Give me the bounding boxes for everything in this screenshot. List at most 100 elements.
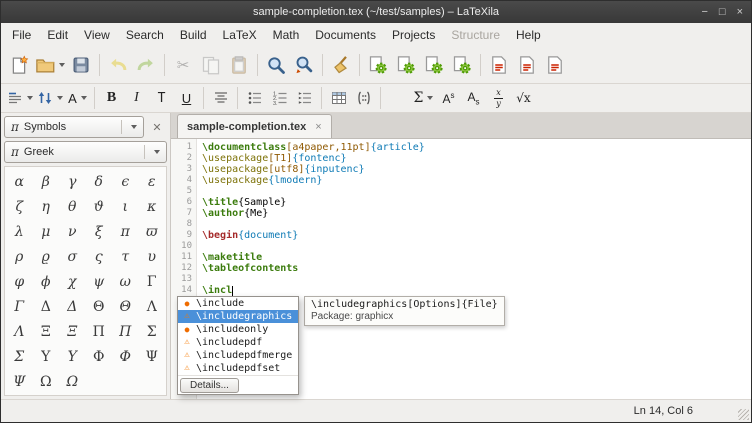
symbol-cell[interactable]: Δ xyxy=(41,299,51,315)
completion-item[interactable]: ⚠\includepdfset xyxy=(178,362,298,375)
symbol-cell[interactable]: λ xyxy=(15,224,24,240)
view-output-button-1[interactable] xyxy=(485,51,513,79)
symbol-cell[interactable]: Ω xyxy=(66,374,78,390)
symbol-cell[interactable]: ψ xyxy=(93,274,104,290)
symbol-cell[interactable]: ϵ xyxy=(121,174,129,190)
math-environments-dropdown[interactable]: Σ xyxy=(411,87,436,110)
symbol-cell[interactable]: μ xyxy=(41,224,50,240)
tab-sample-completion[interactable]: sample-completion.tex × xyxy=(177,114,332,138)
symbol-cell[interactable]: Π xyxy=(119,324,131,340)
itemize-list-button[interactable] xyxy=(242,87,267,110)
symbol-cell[interactable]: τ xyxy=(121,249,129,265)
clean-build-files-button[interactable] xyxy=(327,51,355,79)
build-tool-button-3[interactable] xyxy=(420,51,448,79)
symbol-cell[interactable]: ϖ xyxy=(146,224,157,240)
symbol-cell[interactable]: Ξ xyxy=(41,324,51,340)
menu-item-projects[interactable]: Projects xyxy=(384,24,443,46)
symbol-cell[interactable]: Ω xyxy=(40,374,52,390)
build-tool-button-1[interactable] xyxy=(364,51,392,79)
center-environment-button[interactable] xyxy=(208,87,233,110)
symbol-cell[interactable]: Φ xyxy=(93,349,104,365)
matrix-button[interactable] xyxy=(351,87,376,110)
completion-item[interactable]: ●\include xyxy=(178,297,298,310)
symbol-cell[interactable]: ς xyxy=(95,249,103,265)
panel-selector-combobox[interactable]: π Symbols xyxy=(4,116,144,138)
italic-button[interactable]: I xyxy=(124,87,149,110)
references-dropdown[interactable] xyxy=(35,87,65,110)
symbol-cell[interactable]: ζ xyxy=(15,199,23,215)
symbol-cell[interactable]: Λ xyxy=(147,299,157,315)
symbol-cell[interactable]: χ xyxy=(68,274,76,290)
sectioning-dropdown[interactable] xyxy=(5,87,35,110)
symbol-cell[interactable]: ε xyxy=(148,174,156,190)
square-root-button[interactable]: √x xyxy=(511,87,536,110)
description-list-button[interactable] xyxy=(292,87,317,110)
symbol-cell[interactable]: ν xyxy=(68,224,77,240)
symbol-cell[interactable]: ξ xyxy=(95,224,103,240)
symbol-cell[interactable]: ϑ xyxy=(94,199,104,215)
superscript-button[interactable]: As xyxy=(436,87,461,110)
subscript-button[interactable]: As xyxy=(461,87,486,110)
bold-button[interactable]: B xyxy=(99,87,124,110)
symbol-cell[interactable]: Υ xyxy=(41,349,50,365)
symbol-cell[interactable]: Σ xyxy=(14,349,24,365)
symbol-cell[interactable]: Ξ xyxy=(67,324,77,340)
search-button[interactable] xyxy=(262,51,290,79)
maximize-button[interactable]: □ xyxy=(719,7,726,18)
menu-item-math[interactable]: Math xyxy=(265,24,308,46)
completion-item[interactable]: ⚠\includegraphics xyxy=(178,310,298,323)
symbol-cell[interactable]: Δ xyxy=(67,299,77,315)
symbol-cell[interactable]: Ψ xyxy=(13,374,25,390)
symbol-cell[interactable]: σ xyxy=(67,249,77,265)
close-button[interactable]: × xyxy=(737,7,743,18)
symbol-cell[interactable]: Υ xyxy=(68,349,77,365)
minimize-button[interactable]: − xyxy=(701,7,707,18)
new-document-button[interactable] xyxy=(5,51,33,79)
symbol-cell[interactable]: ϱ xyxy=(42,249,50,265)
menu-item-build[interactable]: Build xyxy=(172,24,215,46)
symbol-cell[interactable]: φ xyxy=(14,274,24,290)
fraction-button[interactable]: xy xyxy=(486,87,511,110)
symbol-cell[interactable]: δ xyxy=(95,174,103,190)
menu-item-search[interactable]: Search xyxy=(118,24,172,46)
symbol-cell[interactable]: Π xyxy=(93,324,105,340)
symbol-cell[interactable]: γ xyxy=(68,174,76,190)
table-button[interactable] xyxy=(326,87,351,110)
symbol-cell[interactable]: Ψ xyxy=(146,349,158,365)
symbol-cell[interactable]: ω xyxy=(120,274,131,290)
symbol-cell[interactable]: η xyxy=(42,199,50,215)
tab-close-icon[interactable]: × xyxy=(315,121,321,133)
search-replace-button[interactable] xyxy=(290,51,318,79)
completion-item[interactable]: ●\includeonly xyxy=(178,323,298,336)
symbol-group-combobox[interactable]: π Greek xyxy=(4,141,167,163)
symbol-cell[interactable]: υ xyxy=(147,249,156,265)
typewriter-button[interactable]: T xyxy=(149,87,174,110)
symbol-cell[interactable]: Λ xyxy=(14,324,24,340)
menu-item-documents[interactable]: Documents xyxy=(307,24,384,46)
save-button[interactable] xyxy=(67,51,95,79)
menu-item-edit[interactable]: Edit xyxy=(39,24,76,46)
build-tool-button-2[interactable] xyxy=(392,51,420,79)
symbol-cell[interactable]: Θ xyxy=(120,299,131,315)
open-document-button[interactable] xyxy=(33,51,67,79)
symbol-cell[interactable]: Φ xyxy=(120,349,131,365)
symbol-cell[interactable]: κ xyxy=(147,199,156,215)
underline-button[interactable]: U xyxy=(174,87,199,110)
symbol-cell[interactable]: θ xyxy=(68,199,76,215)
view-output-button-3[interactable] xyxy=(541,51,569,79)
view-output-button-2[interactable] xyxy=(513,51,541,79)
symbol-cell[interactable]: ρ xyxy=(15,249,23,265)
details-button[interactable]: Details... xyxy=(180,378,239,393)
symbol-cell[interactable]: π xyxy=(121,224,130,240)
menu-item-help[interactable]: Help xyxy=(508,24,549,46)
symbol-cell[interactable]: Γ xyxy=(14,299,24,315)
symbol-cell[interactable]: ι xyxy=(123,199,129,215)
symbol-cell[interactable]: Σ xyxy=(147,324,157,340)
enumerate-list-button[interactable]: 1.2.3. xyxy=(267,87,292,110)
symbol-cell[interactable]: β xyxy=(42,174,50,190)
symbol-cell[interactable]: Γ xyxy=(147,274,157,290)
close-side-panel-button[interactable]: ✕ xyxy=(147,117,167,137)
menu-item-file[interactable]: File xyxy=(4,24,39,46)
completion-item[interactable]: ⚠\includepdf xyxy=(178,336,298,349)
resize-grip[interactable] xyxy=(738,409,749,420)
